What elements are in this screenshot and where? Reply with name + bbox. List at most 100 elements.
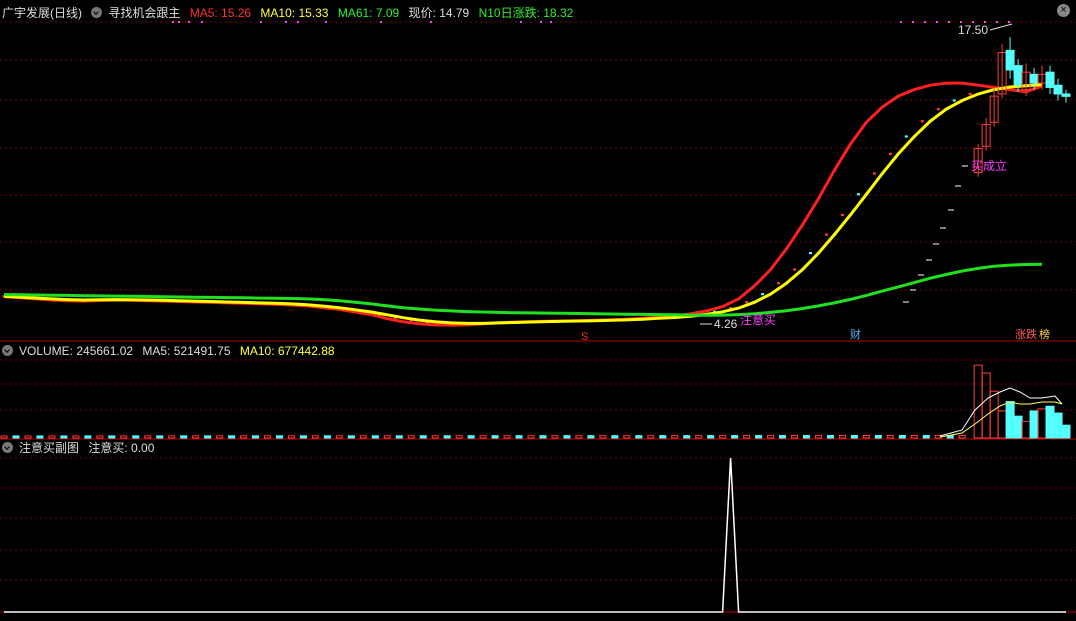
candle: [1005, 49, 1015, 71]
volume-bar: [144, 435, 152, 439]
volume-ma5-line: [939, 387, 1063, 437]
volume-bar: [814, 435, 822, 439]
volume-bar: [24, 435, 32, 439]
volume-bar: [743, 435, 751, 439]
volume-bar: [371, 435, 379, 439]
ma10-line: [3, 83, 1043, 325]
volume-bar: [192, 435, 200, 439]
signal-dot: [996, 21, 998, 23]
candle: [1013, 65, 1023, 86]
signal-dot: [201, 21, 203, 23]
indicator-name[interactable]: 寻找机会跟主: [108, 6, 180, 20]
candle: [904, 135, 908, 138]
volume-bar: [1021, 420, 1031, 439]
volume-bar: [551, 435, 559, 439]
volume-bar: [1037, 408, 1047, 439]
volume-bar: [1045, 405, 1055, 439]
volume-bar: [623, 435, 631, 439]
chart-stage: 17.50 4.26 注意买 买成立 S 财 涨跌榜 广宇发展(日线) 寻找机会跟主 MA5…: [0, 0, 1076, 618]
volume-readout: VOLUME: 245661.02: [19, 344, 134, 358]
buy-confirm-label: 买成立: [971, 158, 1007, 173]
volume-bar: [1053, 412, 1063, 439]
candle: [761, 293, 765, 296]
volume-ma10-line: [939, 401, 1063, 438]
volume-bar: [287, 435, 295, 439]
signal-dot: [178, 21, 180, 23]
volume-bar: [563, 435, 571, 439]
volume-bar: [96, 435, 104, 439]
volume-bar: [779, 435, 787, 439]
volume-bar: [48, 435, 56, 439]
candle: [920, 120, 924, 123]
price-header: 广宇发展(日线) 寻找机会跟主 MA5: 15.26 MA10: 15.33 M…: [2, 5, 579, 21]
sub-indicator-name[interactable]: 注意买副图: [19, 441, 79, 455]
volume-bar: [719, 435, 727, 439]
volume-bar: [335, 435, 343, 439]
volume-bar: [862, 435, 870, 439]
volume-bar: [886, 434, 894, 439]
volume-bar: [647, 435, 655, 439]
candle: [777, 282, 781, 285]
signal-dot: [948, 21, 950, 23]
buy-watch-label: 注意买: [740, 312, 776, 327]
vol-ma5-readout: MA5: 521491.75: [142, 344, 231, 358]
volume-bar: [383, 435, 391, 439]
volume-bar: [539, 435, 547, 439]
volume-bar: [515, 435, 523, 439]
volume-bar: [1005, 401, 1015, 439]
volume-bar: [659, 435, 667, 439]
volume-bar: [981, 372, 991, 439]
volume-header: VOLUME: 245661.02 MA5: 521491.75 MA10: 6…: [2, 343, 341, 359]
signal-dot: [520, 21, 522, 23]
candle: [1029, 73, 1039, 84]
volume-bar: [0, 435, 8, 439]
signal-dot: [550, 21, 552, 23]
volume-bar: [910, 434, 918, 439]
volume-bar: [299, 435, 307, 439]
volume-bar: [874, 434, 882, 439]
volume-bar: [635, 435, 643, 439]
close-icon[interactable]: ×: [1057, 4, 1070, 17]
low-price-label: 4.26: [714, 317, 738, 331]
volume-bar: [467, 435, 475, 439]
volume-bar: [1061, 424, 1071, 439]
candle: [1061, 93, 1071, 97]
signal-dot: [936, 21, 938, 23]
volume-bar: [252, 435, 260, 439]
volume-bar: [419, 435, 427, 439]
volume-bar: [755, 435, 763, 439]
volume-bar: [180, 435, 188, 439]
chart-canvas[interactable]: 17.50 4.26 注意买 买成立 S 财 涨跌榜: [0, 0, 1076, 618]
volume-bar: [156, 435, 164, 439]
candle: [872, 172, 876, 175]
signal-dot: [1008, 21, 1010, 23]
volume-bar: [1013, 415, 1023, 439]
signal-dot: [912, 21, 914, 23]
signal-dot: [285, 21, 287, 23]
candle: [808, 252, 812, 255]
volume-bar: [802, 435, 810, 439]
chevron-down-icon[interactable]: [2, 442, 13, 453]
volume-bar: [60, 435, 68, 439]
sub-header: 注意买副图 注意买: 0.00: [2, 440, 160, 456]
volume-bar: [240, 435, 248, 439]
ma61-line: [3, 262, 1043, 317]
volume-bar: [228, 435, 236, 439]
volume-bar: [587, 435, 595, 439]
volume-bar: [84, 435, 92, 439]
volume-bar: [407, 435, 415, 439]
volume-bar: [204, 435, 212, 439]
sub-indicator-value: 注意买: 0.00: [88, 441, 155, 455]
candle: [1053, 84, 1063, 95]
chevron-down-icon[interactable]: [91, 7, 103, 18]
volume-bar: [311, 435, 319, 439]
volume-bar: [671, 435, 679, 439]
volume-bar: [695, 435, 703, 439]
candle: [1045, 71, 1055, 88]
volume-bar: [443, 435, 451, 439]
chevron-down-icon[interactable]: [2, 345, 13, 356]
volume-bar: [323, 435, 331, 439]
volume-bar: [275, 435, 283, 439]
signal-dot: [900, 21, 902, 23]
volume-bar: [767, 435, 775, 439]
